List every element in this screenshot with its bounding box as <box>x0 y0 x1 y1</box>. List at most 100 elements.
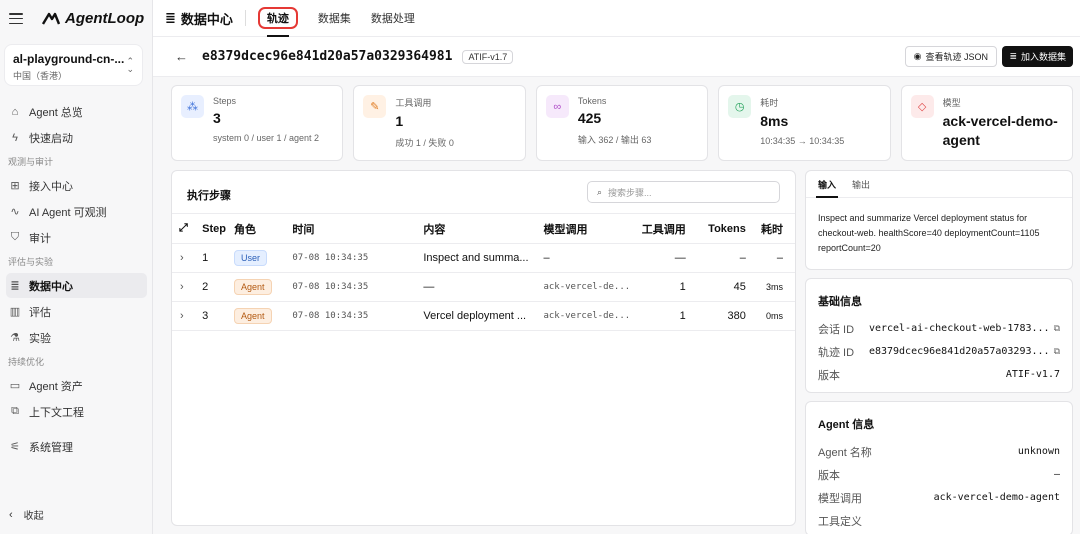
tab-label: 数据集 <box>317 13 351 25</box>
table-row[interactable]: › 2 Agent 07-08 10:34:35 — ack-vercel-de… <box>172 272 795 302</box>
cell-tools: 1 <box>634 301 690 331</box>
sidebar-item-access-center[interactable]: ⊞ 接入中心 <box>6 173 147 198</box>
tab-trajectory[interactable]: 轨迹 <box>257 0 298 37</box>
chevron-right-icon[interactable]: › <box>172 301 199 331</box>
sidebar-item-data-center[interactable]: ≣ 数据中心 <box>6 273 147 298</box>
chevron-right-icon[interactable]: › <box>172 272 199 302</box>
sidebar-item-agent-assets[interactable]: ▭ Agent 资产 <box>6 373 147 398</box>
agent-info-panel: Agent 信息 Agent 名称 unknown 版本 – 模型调用 ack-… <box>805 401 1073 534</box>
cell-model: – <box>539 243 635 273</box>
sidebar-item-ai-agent-observability[interactable]: ∿ AI Agent 可观测 <box>6 199 147 224</box>
copy-icon[interactable]: ⧉ <box>1054 324 1060 334</box>
cell-time: 07-08 10:34:35 <box>288 301 420 331</box>
card-label: 工具调用 <box>395 98 432 108</box>
info-value: ATIF-v1.7 <box>1005 369 1060 380</box>
workspace-selector[interactable]: al-playground-cn-... 中国（香港） ⌃ ⌄ <box>4 44 143 86</box>
card-sub: system 0 / user 1 / agent 2 <box>213 133 320 143</box>
search-steps-input[interactable]: ⌕ 搜索步骤... <box>587 181 780 203</box>
sidebar-item-label: 实验 <box>29 332 51 345</box>
sidebar-item-label: 上下文工程 <box>29 406 84 419</box>
view-json-button[interactable]: ◉ 查看轨迹 JSON <box>904 46 997 67</box>
cell-step: 3 <box>198 301 231 331</box>
tab-data-processing[interactable]: 数据处理 <box>371 0 415 37</box>
sidebar-item-agent-overview[interactable]: ⌂ Agent 总览 <box>6 99 147 124</box>
steps-table: ⤢ Step 角色 时间 内容 模型调用 工具调用 Tokens 耗时 › 1 … <box>172 213 795 331</box>
info-row-tool-definitions: 工具定义 <box>818 509 1060 532</box>
cell-duration: 3ms <box>749 272 795 302</box>
add-to-dataset-button[interactable]: ≣ 加入数据集 <box>1002 46 1073 67</box>
workspace-name: al-playground-cn-... <box>13 52 125 66</box>
card-sub: 10:34:35 → 10:34:35 <box>760 136 845 146</box>
card-label: 耗时 <box>760 98 779 108</box>
io-panel: 输入 输出 Inspect and summarize Vercel deplo… <box>805 170 1073 270</box>
sidebar-nav: ⌂ Agent 总览 ϟ 快速启动 观测与审计 ⊞ 接入中心 ∿ AI Agent 可观… <box>0 98 153 460</box>
column-header-duration: 耗时 <box>749 213 795 244</box>
info-key: 工具定义 <box>818 515 862 528</box>
info-key: 轨迹 ID <box>818 346 855 359</box>
database-icon: ≣ <box>165 10 176 25</box>
cell-content: — <box>419 272 540 302</box>
info-key: 版本 <box>818 469 840 482</box>
sidebar-item-evaluation[interactable]: ▥ 评估 <box>6 299 147 324</box>
sidebar-item-context-engineering[interactable]: ⧉ 上下文工程 <box>6 399 147 424</box>
sidebar-item-label: AI Agent 可观测 <box>29 206 107 219</box>
cell-model: ack-vercel-de... <box>539 272 635 302</box>
info-row-agent-version: 版本 – <box>818 463 1060 486</box>
section-title-text: 数据中心 <box>180 11 233 27</box>
tab-input[interactable]: 输入 <box>815 171 839 198</box>
cell-step: 1 <box>198 243 231 273</box>
sidebar-item-system-management[interactable]: ⚟ 系统管理 <box>6 434 147 459</box>
basic-info-title: 基础信息 <box>818 296 862 308</box>
bar-chart-icon: ▥ <box>9 306 21 318</box>
cell-tools: 1 <box>634 272 690 302</box>
card-sub: 输入 362 / 输出 63 <box>577 135 652 145</box>
cell-tokens: – <box>689 243 750 273</box>
card-value: ack-vercel-demo-agent <box>942 113 1058 148</box>
basic-info-panel: 基础信息 会话 ID vercel-ai-checkout-web-1783..… <box>805 278 1073 393</box>
sidebar-item-audit[interactable]: ⛉ 审计 <box>6 225 147 250</box>
nav-group-optimize: 持续优化 <box>8 357 45 367</box>
eye-icon: ◉ <box>913 51 922 61</box>
column-header-step: Step <box>198 213 231 244</box>
info-key: Agent 名称 <box>818 446 872 459</box>
trajectory-id: e8379dcec96e841d20a57a0329364981 <box>202 49 453 64</box>
chevron-left-icon: ‹ <box>9 508 13 521</box>
card-value: 3 <box>213 110 221 126</box>
cell-duration: – <box>749 243 795 273</box>
column-header-time: 时间 <box>288 213 420 244</box>
info-value: vercel-ai-checkout-web-1783... ⧉ <box>869 323 1060 334</box>
menu-icon[interactable] <box>9 13 23 24</box>
nav-group-observe: 观测与审计 <box>8 157 54 167</box>
footsteps-icon: ⁂ <box>181 95 204 118</box>
trajectory-header: ← e8379dcec96e841d20a57a0329364981 ATIF-… <box>153 37 1080 77</box>
collapse-label: 收起 <box>23 511 44 522</box>
info-value: e8379dcec96e841d20a57a03293... ⧉ <box>869 346 1060 357</box>
info-value: – <box>1053 469 1060 480</box>
expand-all-icon[interactable]: ⤢ <box>172 213 199 244</box>
card-tokens: ∞ Tokens 425 输入 362 / 输出 63 <box>535 85 709 161</box>
sidebar-item-quick-start[interactable]: ϟ 快速启动 <box>6 125 147 150</box>
sidebar-item-label: 数据中心 <box>29 280 73 293</box>
copy-icon[interactable]: ⧉ <box>1054 347 1060 357</box>
info-value: ack-vercel-demo-agent <box>933 492 1060 503</box>
sidebar: AgentLoop al-playground-cn-... 中国（香港） ⌃ ⌄… <box>0 0 153 534</box>
app-name: AgentLoop <box>65 10 145 27</box>
sidebar-item-experiment[interactable]: ⚗ 实验 <box>6 325 147 350</box>
divider <box>244 10 246 26</box>
cell-tools: — <box>634 243 690 273</box>
table-row[interactable]: › 1 User 07-08 10:34:35 Inspect and summ… <box>172 243 795 273</box>
sidebar-item-label: 评估 <box>29 306 51 319</box>
chevron-right-icon[interactable]: › <box>172 243 199 273</box>
back-arrow-icon[interactable]: ← <box>175 49 188 64</box>
app-logo[interactable]: AgentLoop <box>41 10 144 27</box>
tab-datasets[interactable]: 数据集 <box>318 0 351 37</box>
section-title: ≣ 数据中心 <box>165 9 233 28</box>
table-row[interactable]: › 3 Agent 07-08 10:34:35 Vercel deployme… <box>172 301 795 331</box>
cell-role: Agent <box>230 272 289 302</box>
collapse-sidebar-button[interactable]: ‹ 收起 <box>9 507 44 523</box>
cell-step: 2 <box>198 272 231 302</box>
cell-role: Agent <box>230 301 289 331</box>
card-model: ◇ 模型 ack-vercel-demo-agent <box>900 85 1074 161</box>
tab-output[interactable]: 输出 <box>852 171 870 198</box>
flask-icon: ⚗ <box>10 332 20 344</box>
